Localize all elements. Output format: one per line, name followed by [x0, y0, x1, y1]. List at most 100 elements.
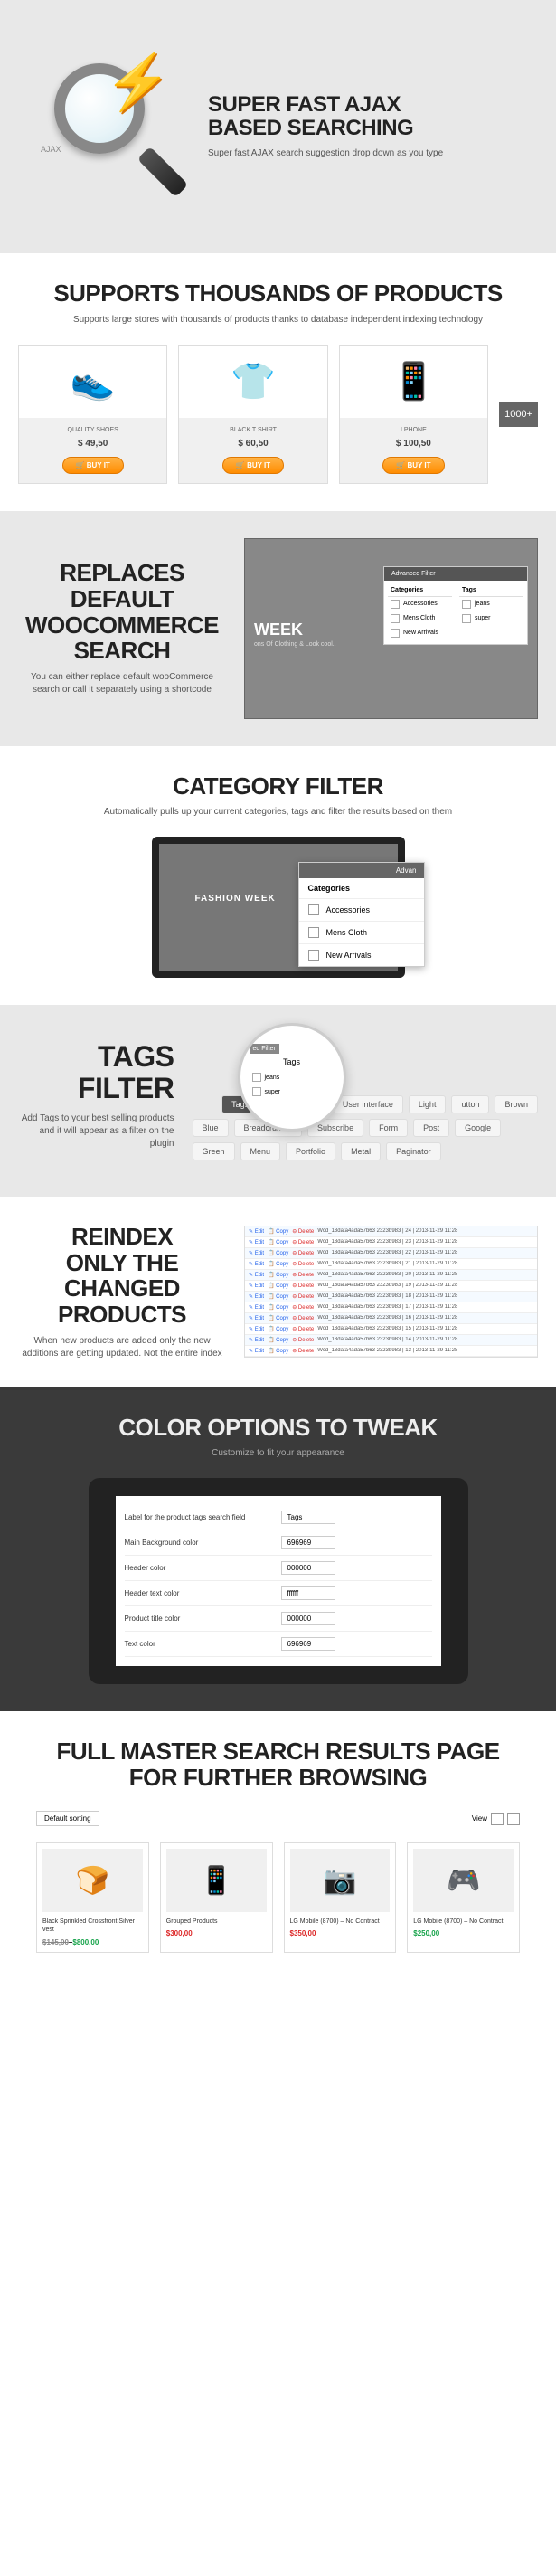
tag-pill[interactable]: Menu [240, 1142, 281, 1160]
product-price: $ 100,50 [349, 439, 478, 449]
delete-link[interactable]: ⊖ Delete [292, 1304, 314, 1311]
filter-checkbox[interactable]: super [459, 611, 523, 626]
section-title: ONLY THE [18, 1250, 226, 1276]
copy-link[interactable]: 📋 Copy [268, 1304, 288, 1311]
sort-select[interactable]: Default sorting [36, 1811, 99, 1826]
tag-pill[interactable]: Green [193, 1142, 235, 1160]
delete-link[interactable]: ⊖ Delete [292, 1239, 314, 1245]
filter-checkbox[interactable]: New Arrivals [388, 626, 452, 640]
edit-link[interactable]: ✎ Edit [249, 1228, 264, 1235]
row-data: Wcd_13data4ada57b63 2323b983 | 18 | 2013… [317, 1293, 533, 1300]
buy-button[interactable]: 🛒 BUY IT [222, 457, 284, 474]
tag-pill[interactable]: User interface [333, 1095, 403, 1113]
edit-link[interactable]: ✎ Edit [249, 1250, 264, 1256]
settings-input[interactable] [281, 1612, 335, 1625]
delete-link[interactable]: ⊖ Delete [292, 1272, 314, 1278]
tag-pill[interactable]: Brown [495, 1095, 538, 1113]
settings-input[interactable] [281, 1536, 335, 1549]
delete-link[interactable]: ⊖ Delete [292, 1348, 314, 1354]
tag-checkbox[interactable]: super [250, 1084, 335, 1099]
delete-link[interactable]: ⊖ Delete [292, 1293, 314, 1300]
filter-header: Advanced Filter [384, 567, 527, 581]
row-data: Wcd_13data4ada57b63 2323b983 | 21 | 2013… [317, 1261, 533, 1267]
tag-pill[interactable]: Google [455, 1119, 501, 1137]
result-card[interactable]: 📱 Grouped Products $300,00 [160, 1842, 273, 1952]
tag-pill[interactable]: Form [369, 1119, 408, 1137]
copy-link[interactable]: 📋 Copy [268, 1239, 288, 1245]
table-row: ✎ Edit 📋 Copy ⊖ Delete Wcd_13data4ada57b… [245, 1237, 537, 1248]
result-card[interactable]: 📷 LG Mobile (8700) – No Contract $350,00 [284, 1842, 397, 1952]
copy-link[interactable]: 📋 Copy [268, 1228, 288, 1235]
copy-link[interactable]: 📋 Copy [268, 1272, 288, 1278]
section-replaces-search: REPLACES DEFAULT WOOCOMMERCE SEARCH You … [0, 511, 556, 746]
copy-link[interactable]: 📋 Copy [268, 1337, 288, 1343]
banner-text: WEEK [254, 620, 303, 639]
filter-checkbox[interactable]: jeans [459, 597, 523, 611]
table-row: ✎ Edit 📋 Copy ⊖ Delete Wcd_13data4ada57b… [245, 1324, 537, 1335]
delete-link[interactable]: ⊖ Delete [292, 1283, 314, 1289]
section-title: DEFAULT [18, 586, 226, 612]
copy-link[interactable]: 📋 Copy [268, 1315, 288, 1321]
edit-link[interactable]: ✎ Edit [249, 1337, 264, 1343]
delete-link[interactable]: ⊖ Delete [292, 1326, 314, 1332]
panel-header: Advan [299, 863, 424, 878]
tag-pill[interactable]: Light [409, 1095, 447, 1113]
category-checkbox[interactable]: Mens Cloth [299, 921, 424, 943]
settings-input[interactable] [281, 1586, 335, 1600]
buy-button[interactable]: 🛒 BUY IT [382, 457, 444, 474]
copy-link[interactable]: 📋 Copy [268, 1293, 288, 1300]
result-card[interactable]: 🎮 LG Mobile (8700) – No Contract $250,00 [407, 1842, 520, 1952]
filter-checkbox[interactable]: Accessories [388, 597, 452, 611]
copy-link[interactable]: 📋 Copy [268, 1348, 288, 1354]
edit-link[interactable]: ✎ Edit [249, 1304, 264, 1311]
settings-input[interactable] [281, 1561, 335, 1575]
list-view-icon[interactable] [507, 1813, 520, 1825]
edit-link[interactable]: ✎ Edit [249, 1348, 264, 1354]
fashion-banner: FASHION WEEK [195, 894, 276, 904]
edit-link[interactable]: ✎ Edit [249, 1315, 264, 1321]
copy-link[interactable]: 📋 Copy [268, 1261, 288, 1267]
copy-link[interactable]: 📋 Copy [268, 1250, 288, 1256]
grid-view-icon[interactable] [491, 1813, 504, 1825]
row-data: Wcd_13data4ada57b63 2323b983 | 17 | 2013… [317, 1304, 533, 1311]
settings-input[interactable] [281, 1637, 335, 1651]
tag-pill[interactable]: Paginator [386, 1142, 441, 1160]
product-image: 👕 [179, 346, 326, 418]
edit-link[interactable]: ✎ Edit [249, 1272, 264, 1278]
delete-link[interactable]: ⊖ Delete [292, 1261, 314, 1267]
result-name: LG Mobile (8700) – No Contract [290, 1918, 391, 1926]
tag-pill[interactable]: Portfolio [286, 1142, 335, 1160]
delete-link[interactable]: ⊖ Delete [292, 1228, 314, 1235]
tag-pill[interactable]: Post [413, 1119, 449, 1137]
copy-link[interactable]: 📋 Copy [268, 1326, 288, 1332]
tag-checkbox[interactable]: jeans [250, 1070, 335, 1084]
edit-link[interactable]: ✎ Edit [249, 1261, 264, 1267]
edit-link[interactable]: ✎ Edit [249, 1293, 264, 1300]
settings-row: Label for the product tags search field [125, 1505, 432, 1530]
row-data: Wcd_13data4ada57b63 2323b983 | 15 | 2013… [317, 1326, 533, 1332]
result-image: 🍞 [42, 1849, 143, 1912]
database-table: ✎ Edit 📋 Copy ⊖ Delete Wcd_13data4ada57b… [244, 1226, 538, 1358]
delete-link[interactable]: ⊖ Delete [292, 1337, 314, 1343]
product-count-badge: 1000+ [499, 402, 538, 427]
tag-pill[interactable]: Metal [341, 1142, 381, 1160]
settings-input[interactable] [281, 1511, 335, 1524]
delete-link[interactable]: ⊖ Delete [292, 1315, 314, 1321]
result-card[interactable]: 🍞 Black Sprinkled Crossfront Silver vest… [36, 1842, 149, 1952]
filter-checkbox[interactable]: Mens Cloth [388, 611, 452, 626]
edit-link[interactable]: ✎ Edit [249, 1326, 264, 1332]
settings-label: Header text color [125, 1589, 263, 1597]
edit-link[interactable]: ✎ Edit [249, 1283, 264, 1289]
buy-button[interactable]: 🛒 BUY IT [62, 457, 124, 474]
copy-link[interactable]: 📋 Copy [268, 1283, 288, 1289]
category-checkbox[interactable]: Accessories [299, 898, 424, 921]
table-row: ✎ Edit 📋 Copy ⊖ Delete Wcd_13data4ada57b… [245, 1335, 537, 1346]
delete-link[interactable]: ⊖ Delete [292, 1250, 314, 1256]
tag-pill[interactable]: Blue [193, 1119, 229, 1137]
tag-pill[interactable]: utton [451, 1095, 489, 1113]
product-price: $ 49,50 [28, 439, 157, 449]
table-row: ✎ Edit 📋 Copy ⊖ Delete Wcd_13data4ada57b… [245, 1270, 537, 1281]
edit-link[interactable]: ✎ Edit [249, 1239, 264, 1245]
section-title: CATEGORY FILTER [18, 773, 538, 800]
category-checkbox[interactable]: New Arrivals [299, 943, 424, 966]
